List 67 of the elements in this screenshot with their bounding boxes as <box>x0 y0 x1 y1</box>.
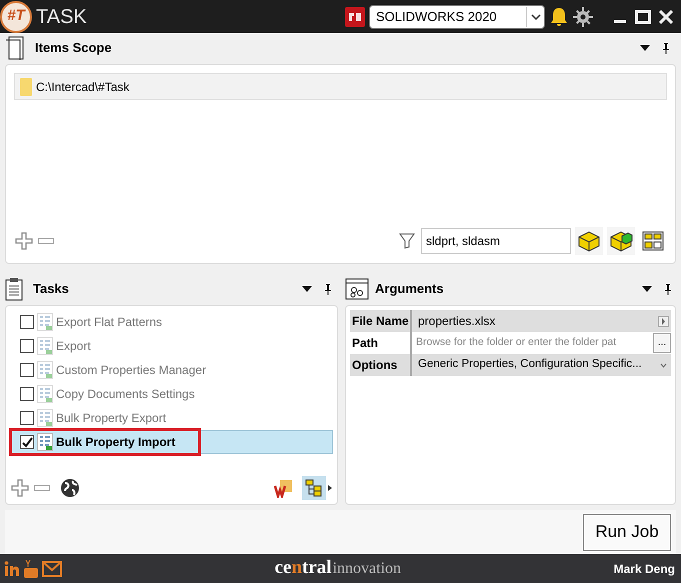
add-icon[interactable] <box>14 231 34 251</box>
checkbox[interactable] <box>20 435 34 449</box>
task-item[interactable]: Bulk Property Export <box>10 406 333 430</box>
folder-icon <box>20 78 32 96</box>
argument-label: Options <box>350 354 412 376</box>
argument-value[interactable]: properties.xlsx <box>412 310 658 332</box>
browse-button[interactable]: ... <box>653 333 671 353</box>
mail-icon[interactable] <box>42 560 62 576</box>
clipboard-icon <box>5 277 23 301</box>
part-filter-button[interactable] <box>575 227 603 255</box>
window-gears-icon <box>345 278 369 300</box>
task-label: Custom Properties Manager <box>56 362 206 379</box>
linkedin-icon[interactable] <box>4 560 20 576</box>
app-logo: #T <box>0 0 32 32</box>
task-item[interactable]: Export Flat Patterns <box>10 310 333 334</box>
task-icon <box>37 409 53 427</box>
hierarchy-button[interactable] <box>302 476 326 500</box>
scope-item[interactable]: C:\Intercad\#Task <box>14 73 667 100</box>
task-icon <box>37 313 53 331</box>
user-name: Mark Deng <box>614 560 675 578</box>
path-field[interactable]: Browse for the folder or enter the folder pat <box>412 332 653 354</box>
task-item[interactable]: Export <box>10 334 333 358</box>
bell-icon[interactable] <box>549 6 569 26</box>
task-icon <box>37 433 53 451</box>
panel-title: Arguments <box>375 280 445 298</box>
checkbox[interactable] <box>20 315 34 329</box>
panel-title: Tasks <box>33 280 70 298</box>
collapse-icon[interactable] <box>642 285 652 293</box>
task-icon <box>37 385 53 403</box>
more-icon[interactable] <box>328 485 333 491</box>
collapse-icon[interactable] <box>302 285 312 293</box>
globe-icon[interactable] <box>60 478 80 498</box>
filter-field[interactable]: sldprt, sldasm <box>421 228 571 254</box>
panel-title: Items Scope <box>35 39 113 58</box>
company-logo: centralinnovation <box>274 556 402 580</box>
chevron-icon[interactable] <box>660 362 667 368</box>
run-job-button[interactable]: Run Job <box>583 514 671 550</box>
options-dropdown[interactable]: Generic Properties, Configuration Specific... <box>412 354 656 376</box>
task-label: Export <box>56 338 91 355</box>
expand-icon[interactable] <box>658 316 669 326</box>
filter-icon[interactable] <box>399 233 415 249</box>
checkbox[interactable] <box>20 411 34 425</box>
pin-icon[interactable] <box>324 284 332 294</box>
part-filter-button[interactable] <box>607 227 635 255</box>
task-icon <box>37 361 53 379</box>
pin-icon[interactable] <box>664 284 672 294</box>
settings-icon[interactable] <box>573 6 593 26</box>
maximize-icon[interactable] <box>635 10 651 24</box>
checkbox[interactable] <box>20 387 34 401</box>
task-item[interactable]: Copy Documents Settings <box>10 382 333 406</box>
task-label: Bulk Property Import <box>56 434 176 451</box>
task-item[interactable]: Custom Properties Manager <box>10 358 333 382</box>
checkbox[interactable] <box>20 363 34 377</box>
task-item[interactable]: Bulk Property Import <box>10 430 333 454</box>
close-icon[interactable] <box>659 10 673 24</box>
task-icon <box>37 337 53 355</box>
document-icon <box>5 36 25 60</box>
task-label: Copy Documents Settings <box>56 386 195 403</box>
checkbox[interactable] <box>20 339 34 353</box>
task-label: Export Flat Patterns <box>56 314 162 331</box>
task-label: Bulk Property Export <box>56 410 166 427</box>
version-dropdown[interactable]: SOLIDWORKS 2020 <box>369 4 545 28</box>
app-title: TASK <box>36 4 87 30</box>
add-icon[interactable] <box>10 478 30 498</box>
youtube-icon[interactable] <box>24 560 38 578</box>
pin-icon[interactable] <box>662 42 670 54</box>
collapse-icon[interactable] <box>640 44 650 52</box>
